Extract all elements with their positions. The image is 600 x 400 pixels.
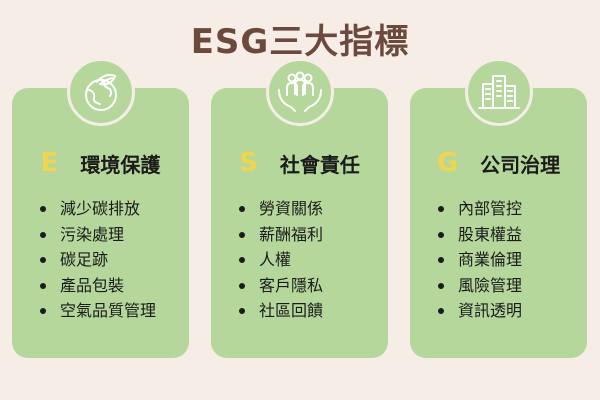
pillar-letter: E	[40, 148, 59, 178]
buildings-icon	[464, 58, 533, 126]
pillar-heading: E 環境保護	[12, 148, 189, 178]
pillar-item-list: 內部管控 股東權益 商業倫理 風險管理 資訊透明	[436, 196, 522, 324]
pillar-card-social: S 社會責任 勞資關係 薪酬福利 人權 客戶隱私 社區回饋	[211, 58, 388, 358]
list-item: 勞資關係	[237, 196, 323, 222]
page-title: ESG三大指標	[190, 22, 410, 62]
pillar-card-governance: G 公司治理 內部管控 股東權益 商業倫理 風險管理 資訊透明	[410, 58, 587, 358]
list-item: 減少碳排放	[38, 196, 156, 222]
list-item: 碳足跡	[38, 247, 156, 273]
pillar-item-list: 勞資關係 薪酬福利 人權 客戶隱私 社區回饋	[237, 196, 323, 324]
pillar-label: 公司治理	[480, 152, 561, 177]
list-item: 社區回饋	[237, 298, 323, 324]
list-item: 污染處理	[38, 222, 156, 248]
pillar-item-list: 減少碳排放 污染處理 碳足跡 產品包裝 空氣品質管理	[38, 196, 156, 324]
list-item: 產品包裝	[38, 273, 156, 299]
list-item: 資訊透明	[436, 298, 522, 324]
list-item: 空氣品質管理	[38, 298, 156, 324]
pillar-label: 社會責任	[279, 152, 360, 177]
list-item: 薪酬福利	[237, 222, 323, 248]
globe-leaf-icon	[66, 58, 135, 126]
pillar-letter: G	[436, 148, 459, 178]
list-item: 內部管控	[436, 196, 522, 222]
pillar-letter: S	[239, 148, 258, 178]
list-item: 人權	[237, 247, 323, 273]
pillar-heading: G 公司治理	[410, 148, 587, 178]
list-item: 股東權益	[436, 222, 522, 248]
list-item: 客戶隱私	[237, 273, 323, 299]
list-item: 商業倫理	[436, 247, 522, 273]
pillar-heading: S 社會責任	[211, 148, 388, 178]
list-item: 風險管理	[436, 273, 522, 299]
pillar-label: 環境保護	[80, 152, 161, 177]
people-hands-icon	[265, 58, 334, 126]
pillar-card-environment: E 環境保護 減少碳排放 污染處理 碳足跡 產品包裝 空氣品質管理	[12, 58, 189, 358]
